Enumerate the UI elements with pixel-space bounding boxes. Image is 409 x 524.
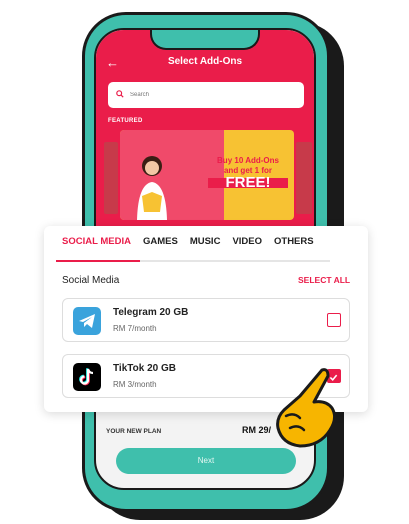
featured-label: FEATURED bbox=[108, 118, 143, 124]
tab-games[interactable]: GAMES bbox=[137, 236, 184, 254]
promo-text: Buy 10 Add-Ons and get 1 for FREE! bbox=[208, 156, 288, 190]
banner-thumbnail-left[interactable] bbox=[104, 142, 118, 214]
search-input[interactable] bbox=[130, 82, 290, 108]
tab-others[interactable]: OTHERS bbox=[268, 236, 320, 254]
section-title: Social Media bbox=[62, 275, 120, 286]
banner-thumbnail-right[interactable] bbox=[296, 142, 312, 214]
item-name: TikTok 20 GB bbox=[113, 363, 176, 374]
telegram-icon bbox=[73, 307, 101, 335]
person-illustration bbox=[137, 156, 167, 220]
free-label: FREE! bbox=[208, 175, 288, 190]
item-price: RM 3/month bbox=[113, 380, 157, 389]
item-name: Telegram 20 GB bbox=[113, 307, 189, 318]
select-all-button[interactable]: SELECT ALL bbox=[298, 275, 350, 285]
item-checkbox[interactable] bbox=[327, 313, 341, 327]
tab-social-media[interactable]: SOCIAL MEDIA bbox=[56, 236, 137, 254]
search-icon bbox=[116, 90, 124, 98]
pointing-hand-icon bbox=[276, 368, 337, 448]
plan-price: RM 29/ bbox=[242, 425, 272, 435]
search-bar[interactable] bbox=[108, 82, 304, 108]
active-tab-indicator bbox=[56, 260, 140, 262]
promo-banner[interactable]: Buy 10 Add-Ons and get 1 for FREE! bbox=[120, 130, 294, 220]
next-button[interactable]: Next bbox=[116, 448, 296, 474]
page-title: Select Add-Ons bbox=[167, 56, 243, 67]
category-tabs: SOCIAL MEDIA GAMES MUSIC VIDEO OTHERS bbox=[56, 236, 320, 254]
tiktok-icon bbox=[73, 363, 101, 391]
tab-music[interactable]: MUSIC bbox=[184, 236, 227, 254]
list-item-telegram[interactable]: Telegram 20 GB RM 7/month bbox=[62, 298, 350, 342]
item-price: RM 7/month bbox=[113, 324, 157, 333]
phone-notch bbox=[150, 30, 260, 50]
tab-video[interactable]: VIDEO bbox=[226, 236, 268, 254]
plan-label: YOUR NEW PLAN bbox=[106, 428, 162, 435]
